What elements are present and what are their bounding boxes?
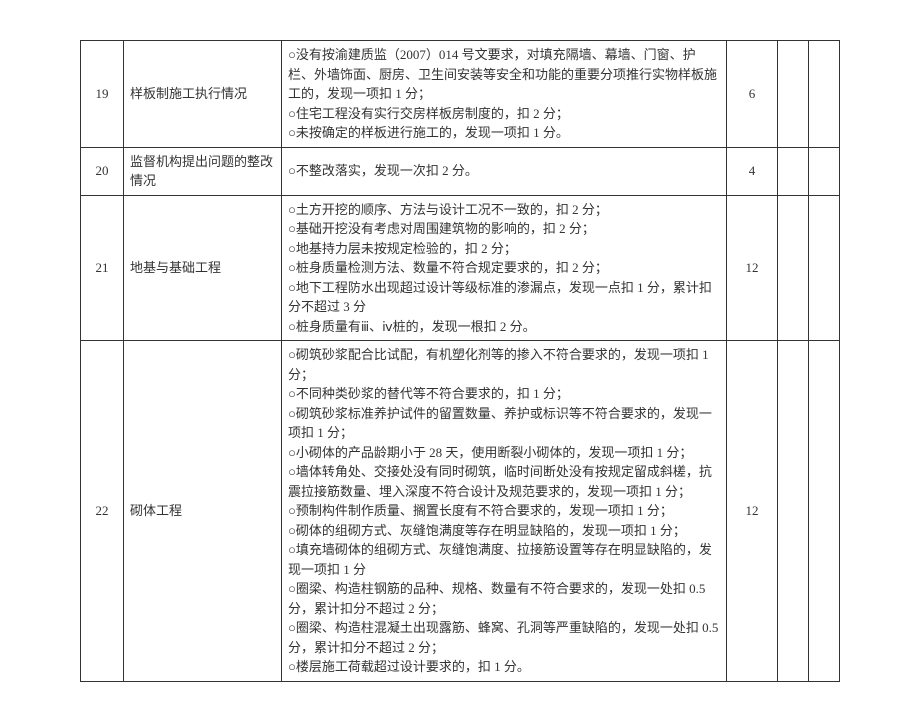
desc-line: ○桩身质量检测方法、数量不符合规定要求的，扣 2 分； [288,258,720,278]
scoring-table: 19 样板制施工执行情况 ○没有按渝建质监（2007）014 号文要求，对填充隔… [80,40,840,682]
desc-line: ○不整改落实，发现一次扣 2 分。 [288,161,720,181]
row-number: 21 [81,195,124,341]
desc-line: ○墙体转角处、交接处没有同时砌筑，临时间断处没有按规定留成斜槎，抗震拉接筋数量、… [288,462,720,501]
item-score: 12 [727,341,778,682]
desc-line: ○砌筑砂浆配合比试配，有机塑化剂等的掺入不符合要求的，发现一项扣 1 分； [288,345,720,384]
desc-line: ○基础开挖没有考虑对周围建筑物的影响的，扣 2 分； [288,219,720,239]
blank-cell [809,341,840,682]
item-desc: ○没有按渝建质监（2007）014 号文要求，对填充隔墙、幕墙、门窗、护栏、外墙… [282,41,727,148]
desc-line: ○圈梁、构造柱混凝土出现露筋、蜂窝、孔洞等严重缺陷的，发现一处扣 0.5 分，累… [288,618,720,657]
desc-line: ○砌筑砂浆标准养护试件的留置数量、养护或标识等不符合要求的，发现一项扣 1 分； [288,404,720,443]
desc-line: ○预制构件制作质量、搁置长度有不符合要求的，发现一项扣 1 分； [288,501,720,521]
item-name: 砌体工程 [124,341,282,682]
table-row: 20 监督机构提出问题的整改情况 ○不整改落实，发现一次扣 2 分。 4 [81,147,840,195]
row-number: 22 [81,341,124,682]
item-name: 监督机构提出问题的整改情况 [124,147,282,195]
desc-line: ○砌体的组砌方式、灰缝饱满度等存在明显缺陷的，发现一项扣 1 分； [288,521,720,541]
item-name: 地基与基础工程 [124,195,282,341]
desc-line: ○圈梁、构造柱钢筋的品种、规格、数量有不符合要求的，发现一处扣 0.5 分，累计… [288,579,720,618]
item-score: 6 [727,41,778,148]
item-desc: ○土方开挖的顺序、方法与设计工况不一致的，扣 2 分； ○基础开挖没有考虑对周围… [282,195,727,341]
desc-line: ○填充墙砌体的组砌方式、灰缝饱满度、拉接筋设置等存在明显缺陷的，发现一项扣 1 … [288,540,720,579]
desc-line: ○没有按渝建质监（2007）014 号文要求，对填充隔墙、幕墙、门窗、护栏、外墙… [288,45,720,104]
desc-line: ○住宅工程没有实行交房样板房制度的，扣 2 分； [288,104,720,124]
desc-line: ○未按确定的样板进行施工的，发现一项扣 1 分。 [288,123,720,143]
desc-line: ○地下工程防水出现超过设计等级标准的渗漏点，发现一点扣 1 分，累计扣分不超过 … [288,278,720,317]
blank-cell [809,41,840,148]
desc-line: ○小砌体的产品龄期小于 28 天，使用断裂小砌体的，发现一项扣 1 分； [288,443,720,463]
table-row: 19 样板制施工执行情况 ○没有按渝建质监（2007）014 号文要求，对填充隔… [81,41,840,148]
item-desc: ○砌筑砂浆配合比试配，有机塑化剂等的掺入不符合要求的，发现一项扣 1 分； ○不… [282,341,727,682]
row-number: 20 [81,147,124,195]
blank-cell [778,341,809,682]
item-score: 4 [727,147,778,195]
item-name: 样板制施工执行情况 [124,41,282,148]
item-score: 12 [727,195,778,341]
blank-cell [778,41,809,148]
table-row: 21 地基与基础工程 ○土方开挖的顺序、方法与设计工况不一致的，扣 2 分； ○… [81,195,840,341]
document-page: 19 样板制施工执行情况 ○没有按渝建质监（2007）014 号文要求，对填充隔… [0,0,920,722]
blank-cell [778,195,809,341]
table-row: 22 砌体工程 ○砌筑砂浆配合比试配，有机塑化剂等的掺入不符合要求的，发现一项扣… [81,341,840,682]
item-desc: ○不整改落实，发现一次扣 2 分。 [282,147,727,195]
desc-line: ○土方开挖的顺序、方法与设计工况不一致的，扣 2 分； [288,200,720,220]
row-number: 19 [81,41,124,148]
blank-cell [809,195,840,341]
desc-line: ○地基持力层未按规定检验的，扣 2 分； [288,239,720,259]
desc-line: ○楼层施工荷载超过设计要求的，扣 1 分。 [288,657,720,677]
blank-cell [809,147,840,195]
desc-line: ○桩身质量有ⅲ、ⅳ桩的，发现一根扣 2 分。 [288,317,720,337]
blank-cell [778,147,809,195]
desc-line: ○不同种类砂浆的替代等不符合要求的，扣 1 分； [288,384,720,404]
